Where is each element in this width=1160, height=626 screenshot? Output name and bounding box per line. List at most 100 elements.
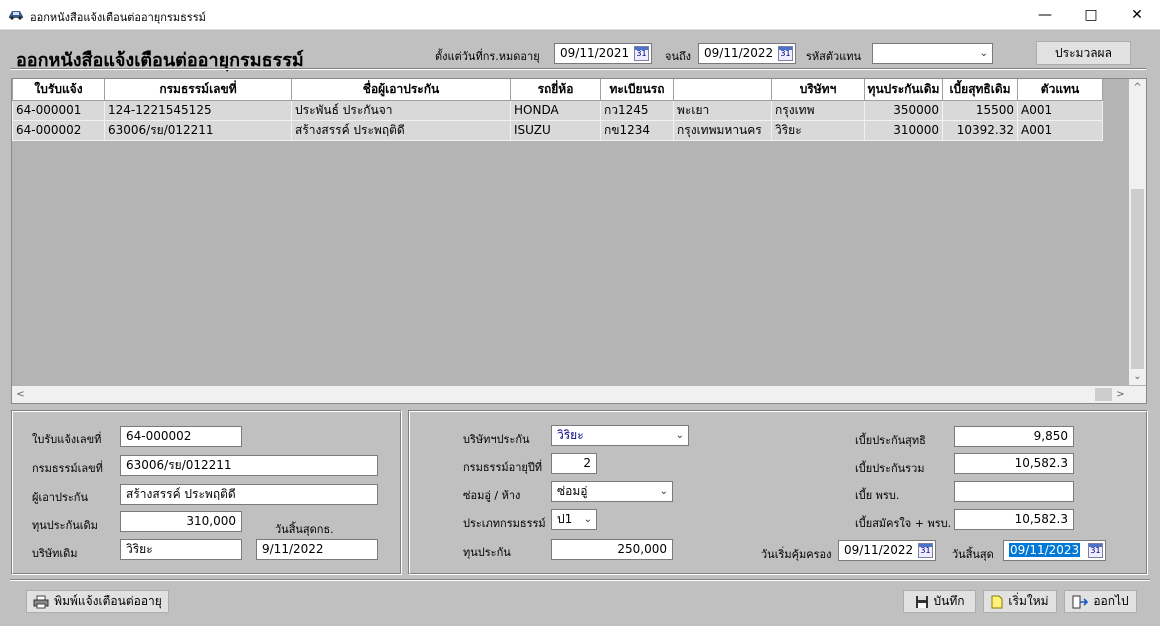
new-button[interactable]: เริ่มใหม่ xyxy=(983,590,1057,613)
vertical-scrollbar[interactable]: ^ ⌄ xyxy=(1129,79,1146,385)
table-cell: HONDA xyxy=(510,99,601,121)
compulsory-premium-field[interactable] xyxy=(954,481,1074,502)
coverage-start-field[interactable]: 09/11/2022 31 xyxy=(838,540,936,561)
horizontal-scrollbar[interactable]: < > xyxy=(12,386,1146,403)
chevron-down-icon: ⌄ xyxy=(979,48,988,59)
from-date-field[interactable]: 09/11/2021 31 xyxy=(554,43,652,64)
policy-number-label: กรมธรรม์เลขที่ xyxy=(32,462,103,475)
table-cell: 350000 xyxy=(864,99,943,121)
exit-door-icon xyxy=(1072,595,1089,608)
old-company-field[interactable]: วิริยะ xyxy=(120,539,242,560)
scroll-down-icon[interactable]: ⌄ xyxy=(1129,368,1146,385)
agent-code-select[interactable]: ⌄ xyxy=(872,43,993,64)
table-cell: 64-000001 xyxy=(12,99,105,121)
chevron-down-icon: ⌄ xyxy=(659,486,668,497)
floppy-icon xyxy=(915,595,928,608)
coverage-start-label: วันเริ่มคุ้มครอง xyxy=(761,548,832,561)
calendar-icon[interactable]: 31 xyxy=(634,46,649,61)
table-cell: กรุงเทพมหานคร xyxy=(673,119,772,141)
column-header[interactable]: บริษัทฯ xyxy=(771,79,865,101)
column-header[interactable]: ทะเบียนรถ xyxy=(600,79,674,101)
receipt-field[interactable]: 64-000002 xyxy=(120,426,242,447)
close-button[interactable]: ✕ xyxy=(1114,0,1160,29)
column-header[interactable]: เบี้ยสุทธิเดิม xyxy=(942,79,1018,101)
save-button[interactable]: บันทึก xyxy=(903,590,976,613)
sum-insured-field[interactable]: 250,000 xyxy=(551,539,673,560)
column-header[interactable] xyxy=(673,79,772,101)
coverage-end-field[interactable]: 09/11/2023 31 xyxy=(1003,540,1106,561)
table-cell: พะเยา xyxy=(673,99,772,121)
table-cell: ISUZU xyxy=(510,119,601,141)
table-cell: 124-1221545125 xyxy=(104,99,292,121)
process-button[interactable]: ประมวลผล xyxy=(1036,41,1131,65)
column-header[interactable]: ใบรับแจ้ง xyxy=(12,79,105,101)
table-cell: A001 xyxy=(1017,119,1103,141)
calendar-icon[interactable]: 31 xyxy=(918,543,933,558)
from-date-label: ตั้งแต่วันที่กร.หมดอายุ xyxy=(435,50,540,63)
policy-number-field[interactable]: 63006/รย/012211 xyxy=(120,455,378,476)
window-title: ออกหนังสือแจ้งเตือนต่ออายุกรมธรรม์ xyxy=(30,11,206,24)
table-cell: วิริยะ xyxy=(771,119,865,141)
maximize-button[interactable]: □ xyxy=(1068,0,1114,29)
car-icon xyxy=(9,11,23,20)
divider xyxy=(10,579,1150,581)
table-cell: 15500 xyxy=(942,99,1018,121)
table-cell: กรุงเทพ xyxy=(771,99,865,121)
new-document-icon xyxy=(991,595,1003,608)
scroll-thumb[interactable] xyxy=(1131,189,1144,369)
table-row[interactable]: 64-000002 63006/รย/012211 สร้างสรรค์ ประ… xyxy=(12,119,1103,141)
table-cell: A001 xyxy=(1017,99,1103,121)
table-header-row: ใบรับแจ้ง กรมธรรม์เลขที่ ชื่อผู้เอาประกั… xyxy=(12,79,1103,101)
column-header[interactable]: รถยี่ห้อ xyxy=(510,79,601,101)
voluntary-premium-field[interactable]: 10,582.3 xyxy=(954,509,1074,530)
column-header[interactable]: ชื่อผู้เอาประกัน xyxy=(291,79,511,101)
company-label: บริษัทฯประกัน xyxy=(463,433,530,446)
calendar-icon[interactable]: 31 xyxy=(778,46,793,61)
column-header[interactable]: ทุนประกันเดิม xyxy=(864,79,943,101)
calendar-icon[interactable]: 31 xyxy=(1088,543,1103,558)
table-cell: 10392.32 xyxy=(942,119,1018,141)
coverage-end-label: วันสิ้นสุด xyxy=(952,548,994,561)
old-company-label: บริษัทเดิม xyxy=(32,547,78,560)
table-cell: สร้างสรรค์ ประพฤติดี xyxy=(291,119,511,141)
to-date-label: จนถึง xyxy=(665,50,691,63)
minimize-button[interactable]: — xyxy=(1022,0,1068,29)
repair-type-label: ซ่อมอู่ / ห้าง xyxy=(463,489,521,502)
repair-type-select[interactable]: ซ่อมอู่ ⌄ xyxy=(551,481,673,502)
to-date-field[interactable]: 09/11/2022 31 xyxy=(698,43,796,64)
scroll-left-icon[interactable]: < xyxy=(12,386,29,403)
table-cell: 64-000002 xyxy=(12,119,105,141)
receipt-label: ใบรับแจ้งเลขที่ xyxy=(32,433,102,446)
table-cell: 310000 xyxy=(864,119,943,141)
title-bar: ออกหนังสือแจ้งเตือนต่ออายุกรมธรรม์ — □ ✕ xyxy=(0,0,1160,30)
table-cell: กว1245 xyxy=(600,99,674,121)
policy-type-select[interactable]: ป1 ⌄ xyxy=(551,509,597,530)
chevron-down-icon: ⌄ xyxy=(583,514,592,525)
expiry-date-field[interactable]: 9/11/2022 xyxy=(256,539,378,560)
table-row[interactable]: 64-000001 124-1221545125 ประพันธ์ ประกัน… xyxy=(12,99,1103,121)
sum-insured-label: ทุนประกัน xyxy=(463,546,511,559)
net-premium-field[interactable]: 9,850 xyxy=(954,426,1074,447)
total-premium-field[interactable]: 10,582.3 xyxy=(954,453,1074,474)
insured-field[interactable]: สร้างสรรค์ ประพฤติดี xyxy=(120,484,378,505)
column-header[interactable]: ตัวแทน xyxy=(1017,79,1103,101)
compulsory-premium-label: เบี้ย พรบ. xyxy=(855,489,900,502)
agent-code-label: รหัสตัวแทน xyxy=(806,50,862,63)
policy-year-field[interactable]: 2 xyxy=(551,453,597,474)
print-renewal-notice-button[interactable]: พิมพ์แจ้งเตือนต่ออายุ xyxy=(26,590,169,613)
table-cell: กข1234 xyxy=(600,119,674,141)
column-header[interactable]: กรมธรรม์เลขที่ xyxy=(104,79,292,101)
exit-button[interactable]: ออกไป xyxy=(1064,590,1137,613)
expiry-label: วันสิ้นสุดกธ. xyxy=(275,523,334,536)
company-select[interactable]: วิริยะ ⌄ xyxy=(551,425,689,446)
scroll-right-icon[interactable]: > xyxy=(1112,386,1129,403)
results-grid[interactable]: ใบรับแจ้ง กรมธรรม์เลขที่ ชื่อผู้เอาประกั… xyxy=(11,78,1147,404)
scroll-up-icon[interactable]: ^ xyxy=(1129,79,1146,96)
scroll-thumb[interactable] xyxy=(1095,388,1112,401)
net-premium-label: เบี้ยประกันสุทธิ xyxy=(855,434,926,447)
old-sum-field[interactable]: 310,000 xyxy=(120,511,242,532)
divider xyxy=(10,68,1146,70)
table-cell: 63006/รย/012211 xyxy=(104,119,292,141)
policy-year-label: กรมธรรม์อายุปีที่ xyxy=(463,461,543,474)
policy-type-label: ประเภทกรมธรรม์ xyxy=(463,517,546,530)
